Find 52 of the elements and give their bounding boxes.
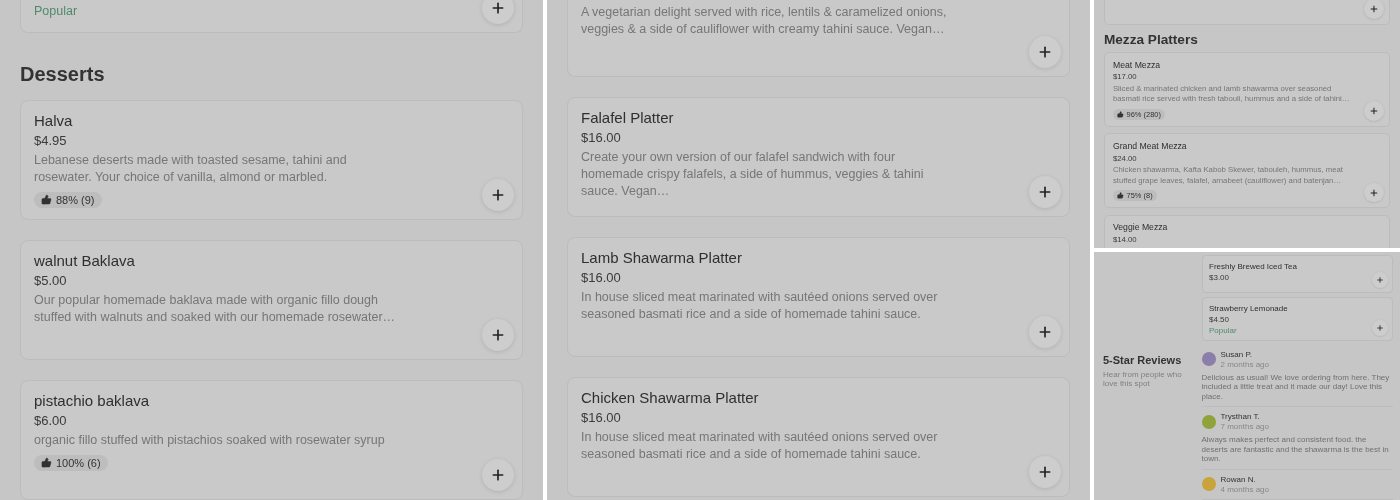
rating-text: 100% (6) xyxy=(56,456,101,469)
item-name: Meat Mezza xyxy=(1112,60,1162,70)
item-description: In house sliced meat marinated with sautéed onions served over seasoned basmati rice and a side of homemade tahini sauce. xyxy=(581,289,939,323)
menu-item-card[interactable]: Lamb Shawarma Platter $16.00 In house sliced meat marinated with sautéed onions served over seasoned basmati rice and a side of homemade tahini sauce. xyxy=(567,237,1070,357)
item-description: Our popular homemade baklava made with organic fillo dough stuffed with walnuts and soaked with our homemade rosewater… xyxy=(34,292,397,326)
item-name: Grand Meat Mezza xyxy=(1112,141,1188,152)
item-price: $6.00 xyxy=(34,413,68,428)
item-price: $16.00 xyxy=(581,410,622,425)
review-text: Always makes perfect and consistent food. the deserts are fantastic and the shawarma is the best in town. xyxy=(1201,435,1390,464)
item-price: $16.00 xyxy=(581,270,622,285)
section-heading: 5-Star Reviews xyxy=(1103,353,1183,366)
item-name: Strawberry Lemonade xyxy=(1209,303,1289,313)
item-price: $4.95 xyxy=(34,133,68,148)
menu-item-card[interactable]: pistachio baklava $6.00 organic fillo stuffed with pistachios soaked with rosewater syrup 100% (6) xyxy=(20,380,523,500)
item-description: Sliced & marinated chicken and lamb shawarma over seasoned basmati rice served with fresh tabouli, hummus and a side of tahini… xyxy=(1112,83,1351,105)
rating-text: 88% (9) xyxy=(56,193,95,206)
reviewer-name: Trysthan T. xyxy=(1220,412,1261,421)
section-heading: Mezza Platters xyxy=(1103,32,1199,48)
item-price: $14.00 xyxy=(1112,234,1138,244)
item-description: A vegetarian delight served with rice, lentils & caramelized onions, veggies & a side of cauliflower with creamy tahini sauce. Vegan… xyxy=(581,4,948,38)
item-name: Chicken Shawarma Platter xyxy=(581,389,760,406)
item-price: $16.00 xyxy=(581,130,622,145)
reviewer-name: Susan P. xyxy=(1220,349,1253,359)
menu-item-card[interactable]: Freshly Brewed Iced Tea $3.00 xyxy=(1201,255,1393,293)
item-description: organic fillo stuffed with pistachios soaked with rosewater syrup xyxy=(34,432,386,449)
item-price: $24.00 xyxy=(1112,153,1138,163)
section-heading: Desserts xyxy=(20,63,106,86)
item-price: $17.00 xyxy=(1112,72,1138,82)
item-description: Chicken shawarma, Kafta Kabob Skewer, tabouleh, hummus, meat stuffed grape leaves, falafel, arnabeet (cauliflower) and batenjan… xyxy=(1112,165,1344,187)
menu-item-card[interactable]: Chicken Shawarma Platter $16.00 In house sliced meat marinated with sautéed onions served over seasoned basmati rice and a side of homemade tahini sauce. xyxy=(567,377,1070,497)
review-text: Delicious as usual! We love ordering from here. They included a little treat and it made our day! Love this place. xyxy=(1201,372,1391,401)
item-name: Freshly Brewed Iced Tea xyxy=(1209,261,1298,271)
item-name: Falafel Platter xyxy=(581,109,675,126)
item-price: $5.00 xyxy=(34,273,68,288)
item-name: walnut Baklava xyxy=(34,252,136,269)
item-name: Veggie Mezza xyxy=(1112,222,1169,233)
item-price: $4.50 xyxy=(1209,314,1231,324)
popular-label: Popular xyxy=(34,4,79,18)
item-description: Create your own version of our falafel sandwich with four homemade crispy falafels, a side of hummus, veggies & tahini sauce. Vegan… xyxy=(581,149,925,200)
popular-label: Popular xyxy=(1209,325,1238,335)
item-description: In house sliced meat marinated with sautéed onions served over seasoned basmati rice and a side of homemade tahini sauce. xyxy=(581,429,939,463)
item-name: pistachio baklava xyxy=(34,392,151,409)
menu-item-card[interactable]: walnut Baklava $5.00 Our popular homemade baklava made with organic fillo dough stuffed with walnuts and soaked with our homemade rosewater… xyxy=(20,240,523,360)
menu-item-card[interactable]: Strawberry Lemonade $4.50 Popular xyxy=(1201,297,1393,341)
item-name: Halva xyxy=(34,112,74,129)
menu-item-card[interactable]: Halva $4.95 Lebanese deserts made with toasted sesame, tahini and rosewater. Your choice of vanilla, almond or marbled. 88% (9) xyxy=(20,100,523,220)
item-name: Lamb Shawarma Platter xyxy=(581,249,743,266)
menu-item-card[interactable]: Veggie Mezza $14.00 xyxy=(1103,214,1391,248)
menu-item-card[interactable]: Falafel Platter $16.00 Create your own version of our falafel sandwich with four homemade crispy falafels, a side of hummus, veggies & tahini sauce. Vegan… xyxy=(567,97,1070,217)
item-price: $3.00 xyxy=(1209,272,1231,282)
reviewer-name: Rowan N. xyxy=(1220,474,1257,484)
item-description: Lebanese deserts made with toasted sesame, tahini and rosewater. Your choice of vanilla, almond or marbled. xyxy=(34,152,348,186)
